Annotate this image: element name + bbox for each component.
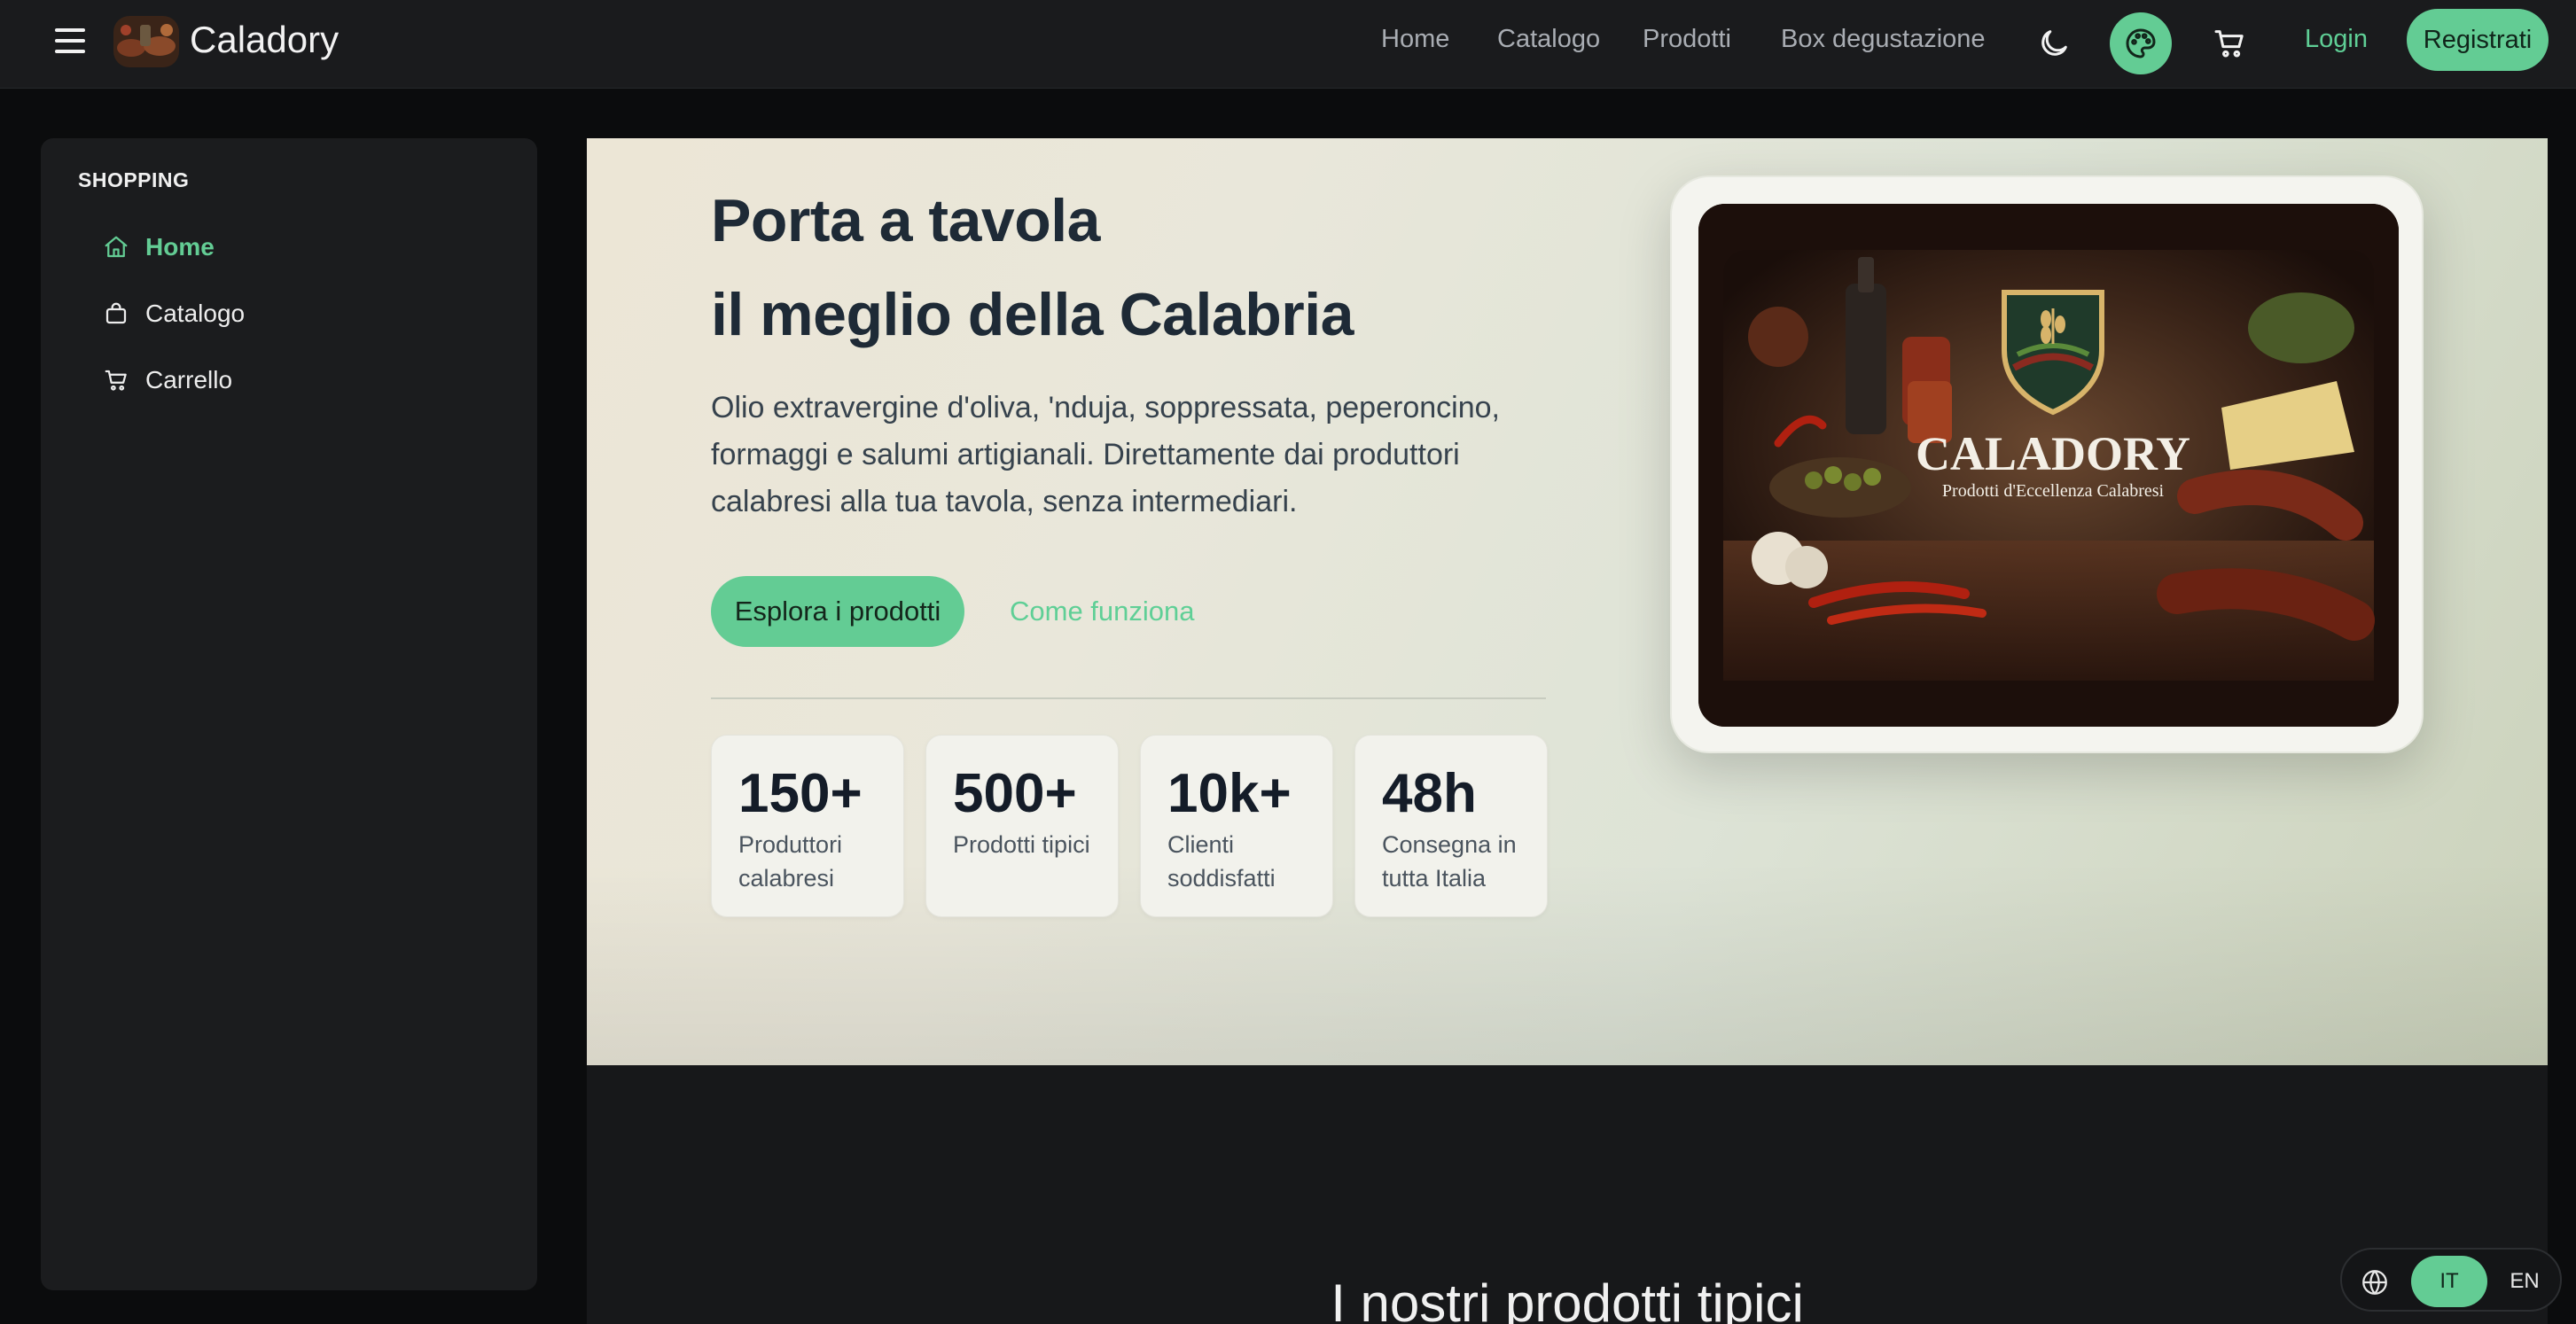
moon-icon [2041, 30, 2067, 56]
stat-label: Clienti soddisfatti [1167, 831, 1276, 892]
palette-button[interactable] [2110, 12, 2172, 74]
sidebar: SHOPPING Home Catalogo Carrello [41, 138, 537, 1290]
bag-icon [105, 302, 127, 324]
explore-products-button[interactable]: Esplora i prodotti [711, 576, 964, 647]
top-bar: Caladory Home Catalogo Prodotti Box degu… [0, 0, 2576, 89]
sidebar-item-catalogo[interactable]: Catalogo [103, 294, 245, 333]
sidebar-item-label: Catalogo [145, 300, 246, 327]
nav-catalogo[interactable]: Catalogo [1497, 25, 1600, 54]
stat-label: Produttori calabresi [738, 831, 843, 892]
divider [711, 697, 1546, 699]
hero-title-line1: Porta a tavola [711, 187, 1100, 254]
register-button[interactable]: Registrati [2407, 9, 2549, 71]
sidebar-item-label: Carrello [145, 366, 233, 393]
image-logo-text: CALADORY [1916, 427, 2190, 480]
products-section: I nostri prodotti tipici [587, 1065, 2548, 1324]
stat-label: Prodotti tipici [953, 831, 1090, 858]
sidebar-item-carrello[interactable]: Carrello [103, 361, 232, 400]
language-switcher: IT EN [2340, 1248, 2562, 1312]
stat-value: 500+ [953, 763, 1077, 824]
theme-toggle-button[interactable] [2032, 21, 2076, 66]
login-link[interactable]: Login [2305, 25, 2368, 54]
hero-image-frame: CALADORY Prodotti d'Eccellenza Calabresi [1670, 175, 2424, 753]
stat-card: 48h Consegna in tutta Italia [1354, 735, 1548, 917]
hero-title-line2: il meglio della Calabria [711, 281, 1354, 348]
hero-section: Porta a tavola il meglio della Calabria … [587, 138, 2548, 1065]
language-option-en[interactable]: EN [2500, 1256, 2549, 1307]
brand-name[interactable]: Caladory [190, 19, 339, 61]
how-it-works-link[interactable]: Come funziona [1010, 596, 1195, 627]
nav-home[interactable]: Home [1381, 25, 1449, 54]
nav-box-degustazione[interactable]: Box degustazione [1781, 25, 1986, 54]
stat-card: 10k+ Clienti soddisfatti [1140, 735, 1333, 917]
stat-value: 10k+ [1167, 763, 1292, 824]
home-icon [105, 236, 128, 258]
language-option-it[interactable]: IT [2411, 1256, 2487, 1307]
nav-prodotti[interactable]: Prodotti [1643, 25, 1731, 54]
stat-label: Consegna in tutta Italia [1382, 831, 1517, 892]
sidebar-section-title: SHOPPING [78, 168, 190, 191]
stat-value: 48h [1382, 763, 1477, 824]
hero-image: CALADORY Prodotti d'Eccellenza Calabresi [1698, 204, 2399, 727]
stat-card: 500+ Prodotti tipici [925, 735, 1119, 917]
section-title: I nostri prodotti tipici [1331, 1273, 1804, 1324]
cart-icon [2214, 30, 2244, 58]
image-logo-subtitle: Prodotti d'Eccellenza Calabresi [1942, 481, 2165, 501]
brand-logo[interactable] [113, 16, 179, 67]
palette-icon [2126, 28, 2156, 58]
cart-icon [105, 370, 127, 391]
hero-description: Olio extravergine d'oliva, 'nduja, soppr… [711, 391, 1500, 518]
sidebar-item-home[interactable]: Home [103, 228, 215, 267]
stat-card: 150+ Produttori calabresi [711, 735, 904, 917]
menu-icon[interactable] [55, 28, 89, 57]
globe-icon [2362, 1270, 2387, 1295]
sidebar-item-label: Home [145, 233, 215, 261]
cart-button[interactable] [2207, 21, 2252, 66]
stat-value: 150+ [738, 763, 863, 824]
